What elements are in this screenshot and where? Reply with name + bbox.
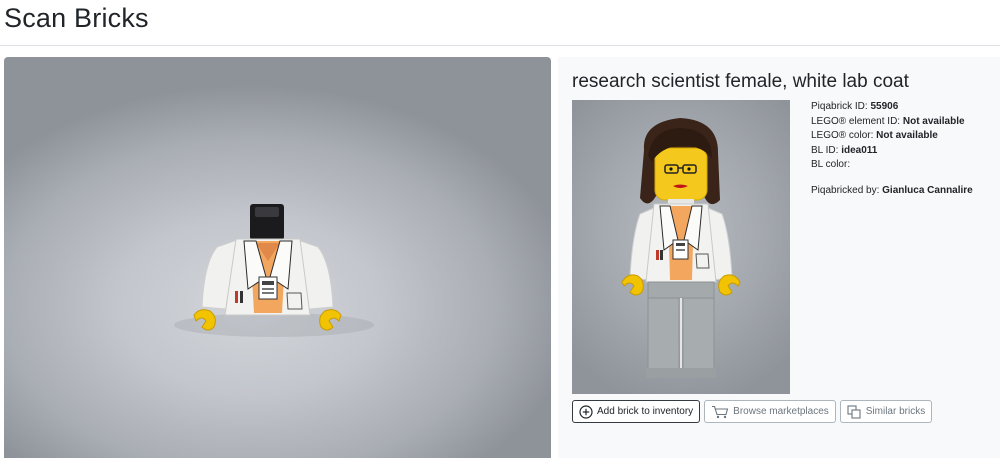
piqabrick-id-value: 55906 (870, 101, 899, 112)
bl-id-label: BL ID: (811, 144, 842, 156)
similar-bricks-button[interactable]: Similar bricks (839, 400, 933, 423)
bl-id-value: idea011 (841, 144, 878, 156)
piqabricked-by-row: Piqabricked by: Gianluca Cannalire (811, 184, 973, 199)
brick-reference-image (572, 100, 790, 394)
brick-details-panel: research scientist female, white lab coa… (558, 57, 1000, 458)
add-to-inventory-label: Add brick to inventory (597, 406, 694, 417)
lego-color-row: LEGO® color: Not available (811, 129, 973, 144)
add-to-inventory-button[interactable]: Add brick to inventory (572, 400, 701, 423)
similar-bricks-label: Similar bricks (865, 406, 926, 417)
scanned-torso-illustration (174, 204, 374, 337)
browse-marketplaces-button[interactable]: Browse marketplaces (704, 400, 836, 423)
piqabricked-by-value: Gianluca Cannalire (882, 184, 973, 196)
plus-circle-icon (579, 404, 593, 419)
lego-element-id-label: LEGO® element ID: (811, 115, 903, 127)
piqabricked-by-label: Piqabricked by: (811, 184, 883, 196)
brick-actions: Add brick to inventory Browse marketplac… (572, 400, 933, 423)
brick-name: research scientist female, white lab coa… (572, 71, 909, 92)
brick-metadata: Piqabrick ID: 55906 LEGO® element ID: No… (811, 100, 973, 198)
cart-icon (711, 405, 729, 419)
minifigure-illustration (621, 118, 741, 378)
bl-id-row: BL ID: idea011 (811, 144, 973, 159)
bl-color-row: BL color: (811, 158, 973, 173)
lego-element-id-value: Not available (902, 115, 965, 127)
bl-color-label: BL color: (811, 159, 851, 170)
page-header: Scan Bricks (0, 0, 1000, 46)
lego-color-value: Not available (876, 130, 938, 141)
scan-image (4, 57, 551, 458)
page-title: Scan Bricks (4, 3, 149, 33)
browse-marketplaces-label: Browse marketplaces (733, 406, 829, 417)
lego-element-id-row: LEGO® element ID: Not available (811, 115, 973, 130)
piqabrick-id-label: Piqabrick ID: (811, 101, 871, 112)
copy-icon (847, 404, 862, 419)
lego-color-label: LEGO® color: (811, 130, 877, 141)
piqabrick-id-row: Piqabrick ID: 55906 (811, 100, 973, 115)
